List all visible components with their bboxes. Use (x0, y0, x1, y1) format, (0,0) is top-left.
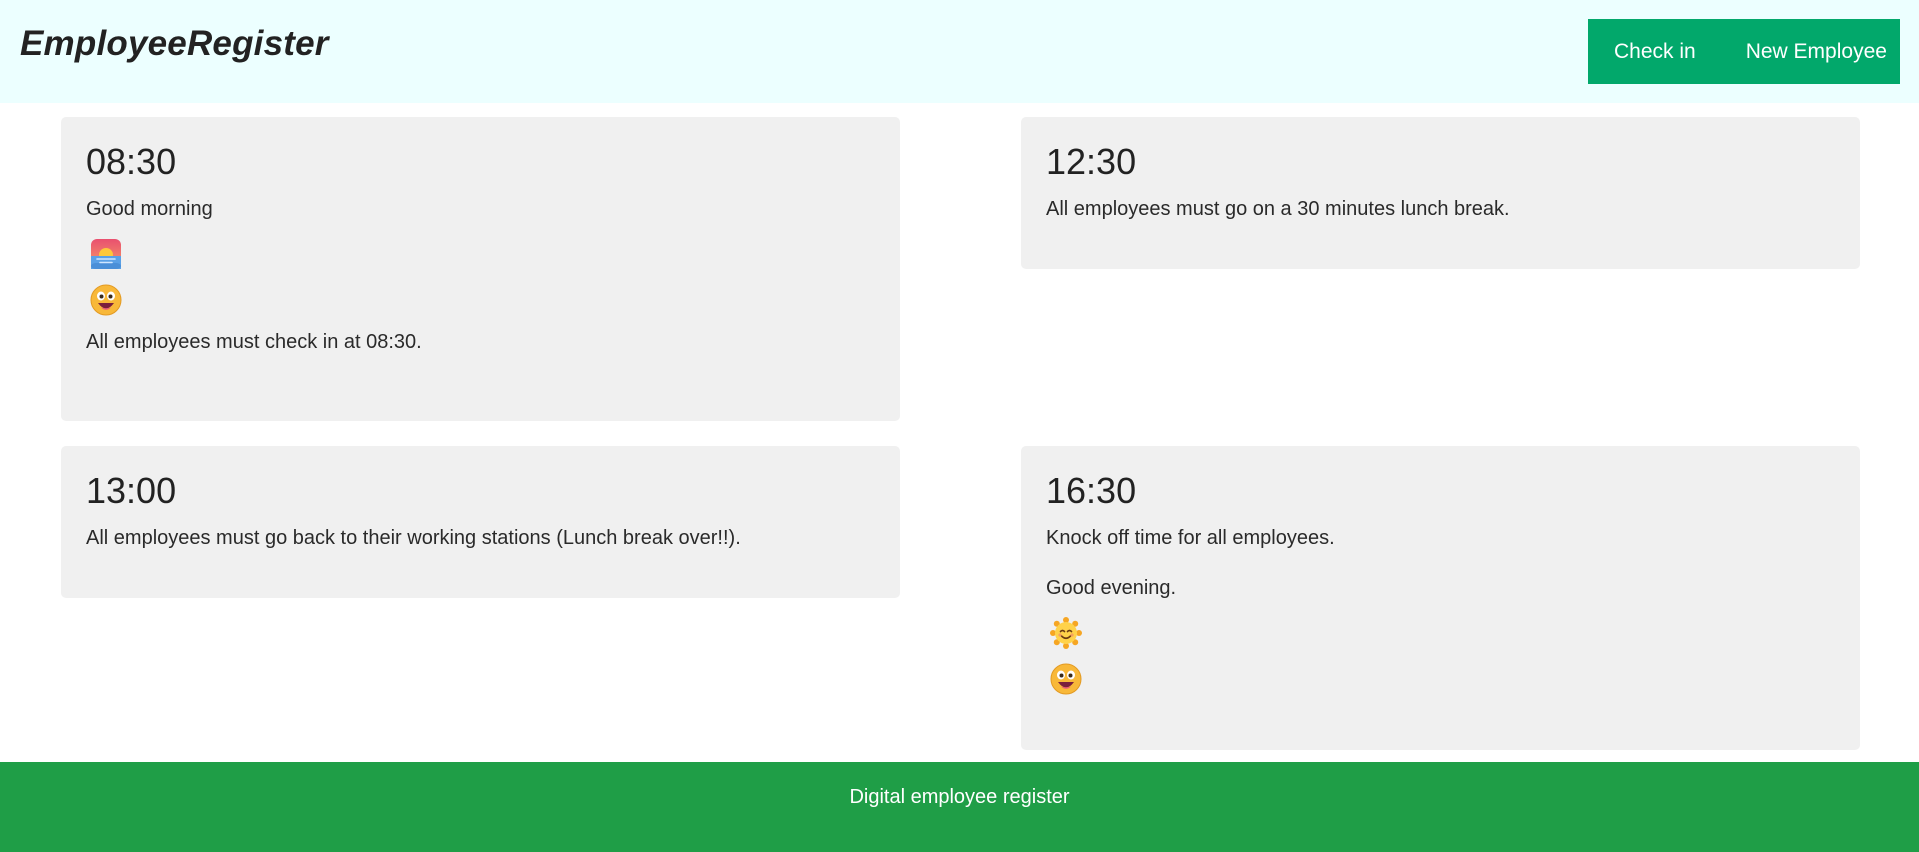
brand-logo[interactable]: EmployeeRegister (20, 24, 329, 64)
schedule-time: 12:30 (1046, 141, 1137, 182)
schedule-message: Knock off time for all employees. (1046, 527, 1335, 549)
schedule-time: 16:30 (1046, 470, 1137, 511)
nav-menu: Check in New Employee (1588, 19, 1900, 84)
schedule-message: All employees must go back to their work… (86, 527, 741, 549)
schedule-card-1630: 16:30 Knock off time for all employees. … (1021, 446, 1860, 750)
sunrise-icon (91, 239, 121, 269)
footer-text: Digital employee register (849, 786, 1070, 808)
schedule-message: All employees must check in at 08:30. (86, 331, 422, 353)
page-footer: Digital employee register (0, 762, 1919, 852)
emoji-stack (1046, 617, 1835, 695)
schedule-card-1230: 12:30 All employees must go on a 30 minu… (1021, 117, 1860, 269)
top-navbar: EmployeeRegister Check in New Employee (0, 0, 1919, 103)
new-employee-button[interactable]: New Employee (1746, 19, 1887, 84)
schedule-message: All employees must go on a 30 minutes lu… (1046, 198, 1510, 220)
schedule-card-1300: 13:00 All employees must go back to thei… (61, 446, 900, 598)
schedule-time: 13:00 (86, 470, 177, 511)
grinning-face-icon (90, 284, 122, 316)
schedule-card-0830: 08:30 Good morning All employees must ch… (61, 117, 900, 421)
schedule-greeting: Good evening. (1046, 577, 1177, 599)
schedule-time: 08:30 (86, 141, 177, 182)
emoji-stack (86, 238, 875, 316)
schedule-greeting: Good morning (86, 198, 213, 220)
grinning-face-icon (1050, 663, 1082, 695)
check-in-button[interactable]: Check in (1614, 19, 1696, 84)
sun-with-face-icon (1050, 617, 1082, 649)
